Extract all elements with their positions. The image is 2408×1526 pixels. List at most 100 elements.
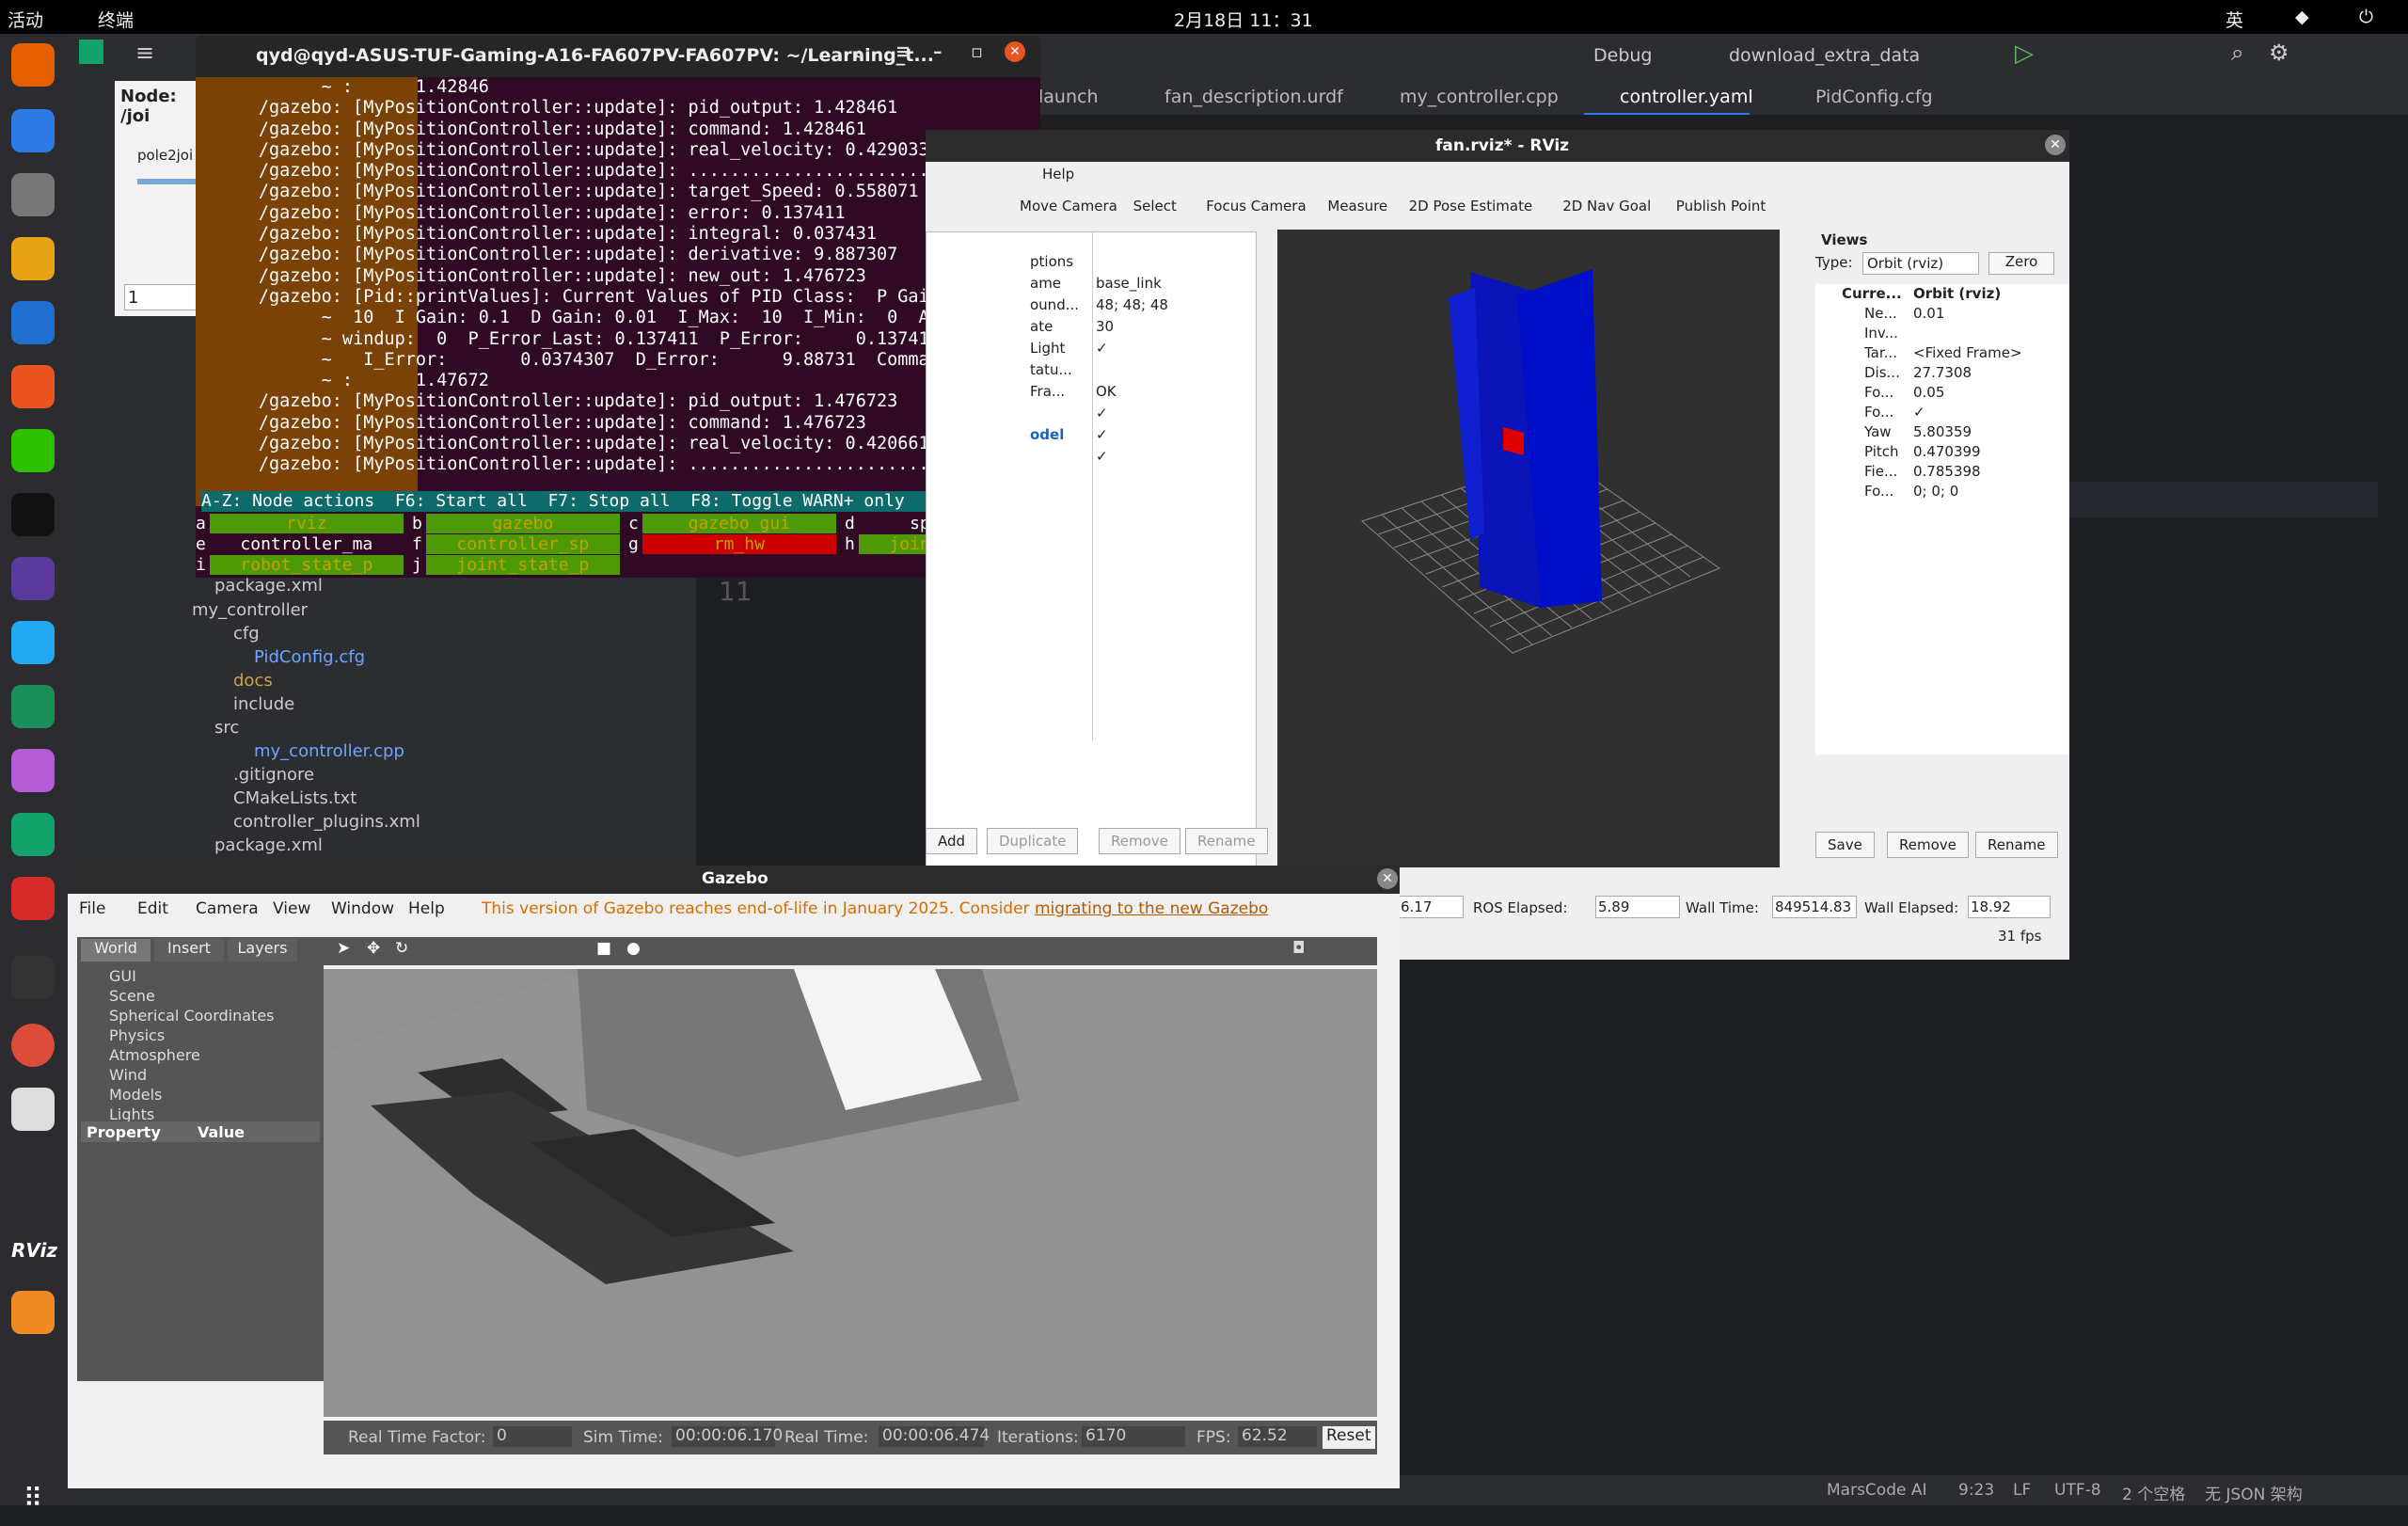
view-prop-row[interactable]: Fie... 0.785398 — [1815, 462, 2069, 482]
tree-file[interactable]: CMakeLists.txt — [233, 788, 356, 808]
view-prop-row[interactable]: Pitch 0.470399 — [1815, 442, 2069, 462]
hamburger-menu-icon[interactable]: ≡ — [135, 40, 154, 66]
tool-measure[interactable]: Measure — [1327, 198, 1387, 215]
files-icon[interactable] — [11, 173, 55, 216]
run-config-select[interactable]: Debug — [1593, 45, 1652, 66]
node-entry[interactable]: c gazebo_gui — [628, 514, 841, 534]
views-props[interactable]: Curre... Orbit (rviz) Ne... 0.01 Inv... Tar..… — [1815, 284, 2069, 755]
views-remove-button[interactable]: Remove — [1887, 832, 1969, 858]
gazebo-3d-viewport[interactable] — [324, 969, 1377, 1417]
search-icon[interactable]: ⌕ — [2231, 40, 2243, 66]
menu-help[interactable]: Help — [408, 899, 445, 918]
world-item-scene[interactable]: Scene — [109, 987, 155, 1005]
power-icon[interactable]: ⏻ — [2359, 7, 2373, 27]
menu-file[interactable]: File — [79, 899, 105, 918]
world-item-models[interactable]: Models — [109, 1086, 162, 1104]
gazebo-icon[interactable] — [11, 1291, 55, 1334]
tree-file[interactable]: package.xml — [214, 835, 323, 855]
activities-button[interactable]: 活动 — [8, 7, 43, 32]
view-prop-row[interactable]: Fo... ✓ — [1815, 403, 2069, 422]
node-entry[interactable]: a rviz — [196, 514, 408, 534]
run-target-select[interactable]: download_extra_data — [1729, 45, 1920, 66]
close-icon[interactable]: ✕ — [1377, 868, 1398, 889]
tree-file[interactable]: .gitignore — [233, 765, 314, 785]
translate-tool-icon[interactable]: ✥ — [367, 939, 380, 958]
tab-launch[interactable]: launch — [1038, 87, 1099, 115]
rotate-tool-icon[interactable]: ↻ — [395, 939, 408, 958]
encoding[interactable]: UTF-8 — [2054, 1481, 2101, 1500]
tab-world[interactable]: World — [81, 939, 150, 962]
terminal-output[interactable]: ~ : 1.42846 /gazebo: [MyPositionControll… — [196, 77, 1040, 506]
wifi-icon[interactable]: ◆ — [2295, 7, 2309, 27]
close-icon[interactable]: ✕ — [1005, 41, 1025, 62]
json-schema[interactable]: 无 JSON 架构 — [2205, 1481, 2303, 1504]
node-entry[interactable]: e controller_ma — [196, 534, 408, 555]
views-save-button[interactable]: Save — [1815, 832, 1875, 858]
wall-elapsed-field[interactable]: 18.92 — [1968, 896, 2051, 918]
tool-2d-nav-goal[interactable]: 2D Nav Goal — [1562, 198, 1651, 215]
writer-icon[interactable] — [11, 301, 55, 344]
tree-file[interactable]: my_controller.cpp — [254, 741, 404, 761]
ros-time-field[interactable]: 6.17 — [1398, 896, 1464, 918]
reset-time-button[interactable]: Reset T — [1323, 1426, 1375, 1449]
edge-dev-icon[interactable] — [11, 685, 55, 728]
node-entry[interactable]: f controller_sp — [412, 534, 625, 555]
vscode-icon[interactable] — [11, 621, 55, 664]
search-icon[interactable]: ⌕ — [854, 43, 864, 64]
node-entry[interactable]: g rm_hw — [628, 534, 841, 555]
joint-slider[interactable] — [137, 179, 201, 184]
tree-folder[interactable]: src — [214, 718, 239, 738]
view-prop-row[interactable]: Ne... 0.01 — [1815, 304, 2069, 324]
view-prop-row[interactable]: Yaw 5.80359 — [1815, 422, 2069, 442]
wps-icon[interactable] — [11, 877, 55, 920]
rviz-icon[interactable]: RViz — [11, 1229, 57, 1272]
tab-controller-yaml[interactable]: controller.yaml — [1620, 87, 1753, 115]
add-button[interactable]: Add — [926, 828, 978, 854]
node-entry[interactable]: j joint_state_p — [412, 555, 625, 576]
tree-folder[interactable]: cfg — [233, 624, 260, 644]
line-ending[interactable]: LF — [2013, 1481, 2031, 1500]
tree-item[interactable]: package.xml — [214, 576, 323, 596]
menu-view[interactable]: View — [273, 899, 310, 918]
settings-gear-icon[interactable]: ⚙ — [2269, 40, 2289, 66]
tab-layers[interactable]: Layers — [228, 939, 297, 962]
tool-publish-point[interactable]: Publish Point — [1676, 198, 1766, 215]
github-icon[interactable] — [11, 557, 55, 600]
menu-edit[interactable]: Edit — [137, 899, 168, 918]
world-item-physics[interactable]: Physics — [109, 1026, 165, 1044]
tool-select[interactable]: Select — [1133, 198, 1177, 215]
view-prop-row[interactable]: Dis... 27.7308 — [1815, 363, 2069, 383]
tab-fan-description[interactable]: fan_description.urdf — [1164, 87, 1343, 115]
indent-setting[interactable]: 2 个空格 — [2122, 1481, 2185, 1504]
wechat-icon[interactable] — [11, 429, 55, 472]
minimize-icon[interactable]: – — [933, 41, 943, 62]
ai-assistant-status[interactable]: MarsCode AI — [1827, 1481, 1927, 1500]
sphere-shape-icon[interactable]: ● — [626, 939, 641, 958]
chrome-icon[interactable] — [11, 1024, 55, 1067]
terminal-app-menu[interactable]: 终端 — [98, 7, 134, 32]
views-rename-button[interactable]: Rename — [1975, 832, 2058, 858]
rename-button[interactable]: Rename — [1185, 828, 1268, 854]
ros-elapsed-field[interactable]: 5.89 — [1595, 896, 1680, 918]
node-entry[interactable]: i robot_state_p — [196, 555, 408, 576]
rhythmbox-icon[interactable] — [11, 237, 55, 280]
remove-button[interactable]: Remove — [1099, 828, 1180, 854]
tool-move-camera[interactable]: Move Camera — [1020, 198, 1117, 215]
search-app-icon[interactable] — [11, 1088, 55, 1131]
node-entry[interactable]: b gazebo — [412, 514, 625, 534]
world-item-wind[interactable]: Wind — [109, 1066, 147, 1084]
tool-focus-camera[interactable]: Focus Camera — [1206, 198, 1306, 215]
view-prop-row[interactable]: Fo... 0.05 — [1815, 383, 2069, 403]
clion-icon[interactable] — [11, 813, 55, 856]
run-icon[interactable]: ▷ — [2015, 40, 2034, 68]
screenshot-icon[interactable]: ◘ — [1292, 939, 1305, 958]
rviz-3d-viewport[interactable] — [1277, 230, 1780, 867]
wall-time-field[interactable]: 849514.83 — [1772, 896, 1857, 918]
thunderbird-icon[interactable] — [11, 109, 55, 152]
tab-insert[interactable]: Insert — [154, 939, 224, 962]
app-center-icon[interactable] — [11, 365, 55, 408]
menu-window[interactable]: Window — [331, 899, 394, 918]
view-prop-row[interactable]: Curre... Orbit (rviz) — [1815, 284, 2069, 304]
migrate-link[interactable]: migrating to the new Gazebo — [1035, 899, 1268, 918]
cursor-position[interactable]: 9:23 — [1958, 1481, 1994, 1500]
